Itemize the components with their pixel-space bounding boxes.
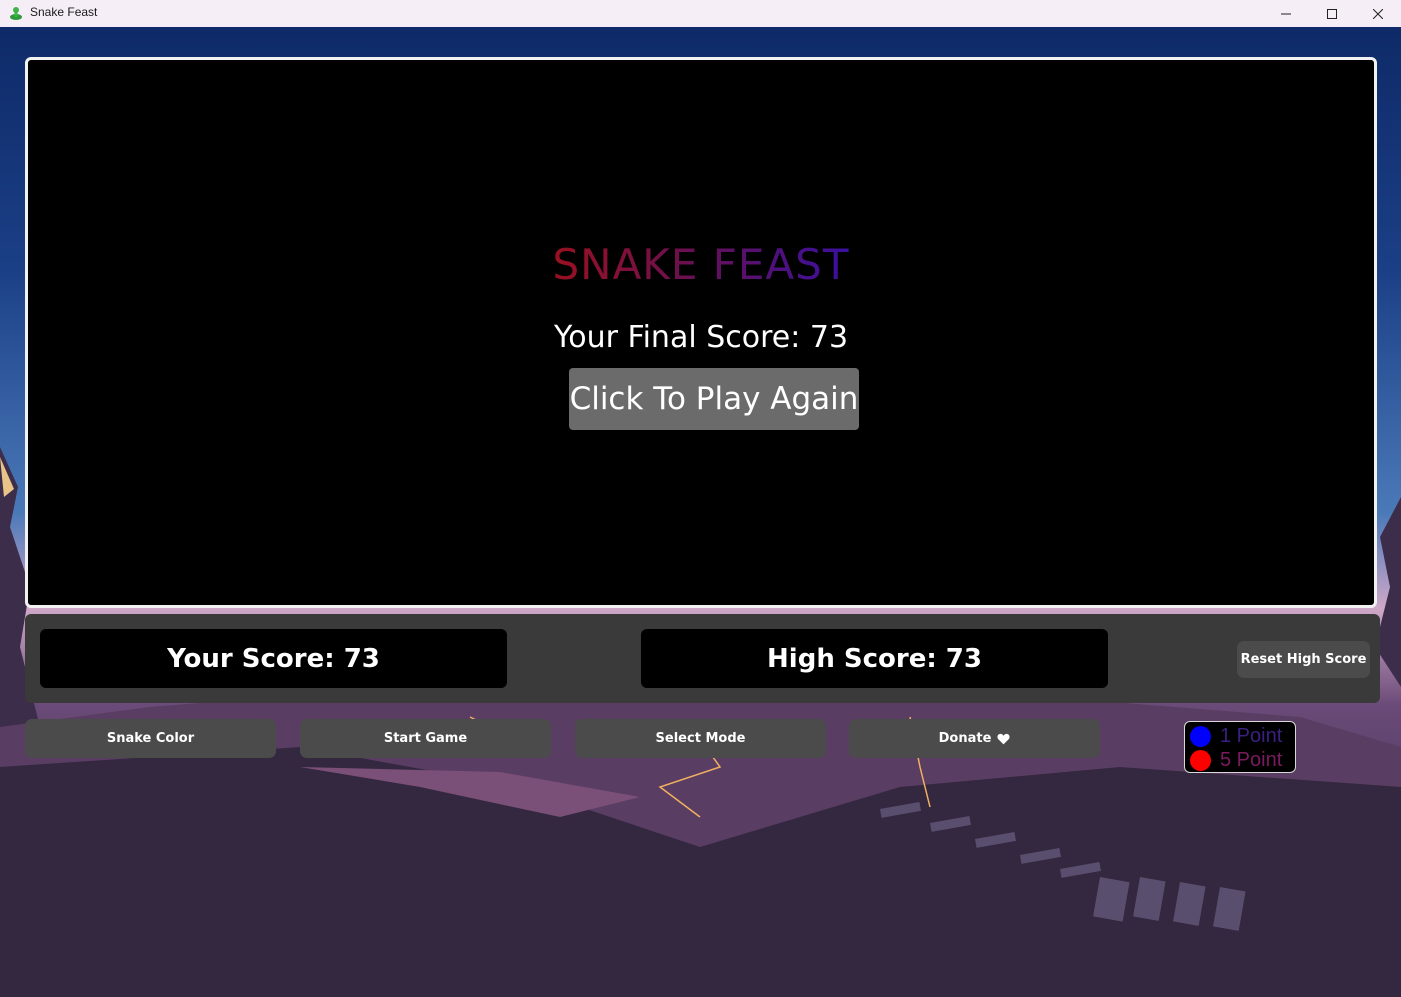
red-food-dot-icon: [1190, 749, 1211, 771]
score-bar: Your Score: 73 High Score: 73 Reset High…: [25, 614, 1380, 703]
heart-icon: [997, 733, 1010, 744]
minimize-button[interactable]: [1263, 0, 1309, 27]
play-again-button[interactable]: Click To Play Again: [569, 368, 859, 430]
your-score-display: Your Score: 73: [40, 629, 507, 688]
game-title: SNAKE FEAST: [552, 240, 850, 289]
maximize-icon: [1327, 8, 1337, 19]
legend-label: 1 Point: [1220, 724, 1283, 747]
select-mode-button[interactable]: Select Mode: [575, 719, 826, 758]
title-bar: Snake Feast: [0, 0, 1401, 27]
legend-item-red: 5 Point: [1189, 748, 1295, 772]
minimize-icon: [1281, 13, 1291, 14]
reset-high-score-button[interactable]: Reset High Score: [1237, 641, 1370, 678]
snake-color-button[interactable]: Snake Color: [25, 719, 276, 758]
donate-button[interactable]: Donate: [849, 719, 1100, 758]
donate-label: Donate: [938, 731, 992, 746]
final-score-text: Your Final Score: 73: [553, 320, 849, 355]
start-game-button[interactable]: Start Game: [300, 719, 551, 758]
maximize-button[interactable]: [1309, 0, 1355, 27]
game-canvas[interactable]: SNAKE FEAST Your Final Score: 73 Click T…: [25, 57, 1377, 608]
close-button[interactable]: [1355, 0, 1401, 27]
legend-item-blue: 1 Point: [1189, 724, 1295, 748]
high-score-display: High Score: 73: [641, 629, 1108, 688]
legend-label: 5 Point: [1220, 748, 1283, 771]
blue-food-dot-icon: [1190, 725, 1211, 747]
snake-app-icon: [10, 7, 22, 20]
close-icon: [1373, 8, 1383, 19]
window-title: Snake Feast: [30, 5, 98, 19]
points-legend: 1 Point 5 Point: [1184, 721, 1296, 773]
